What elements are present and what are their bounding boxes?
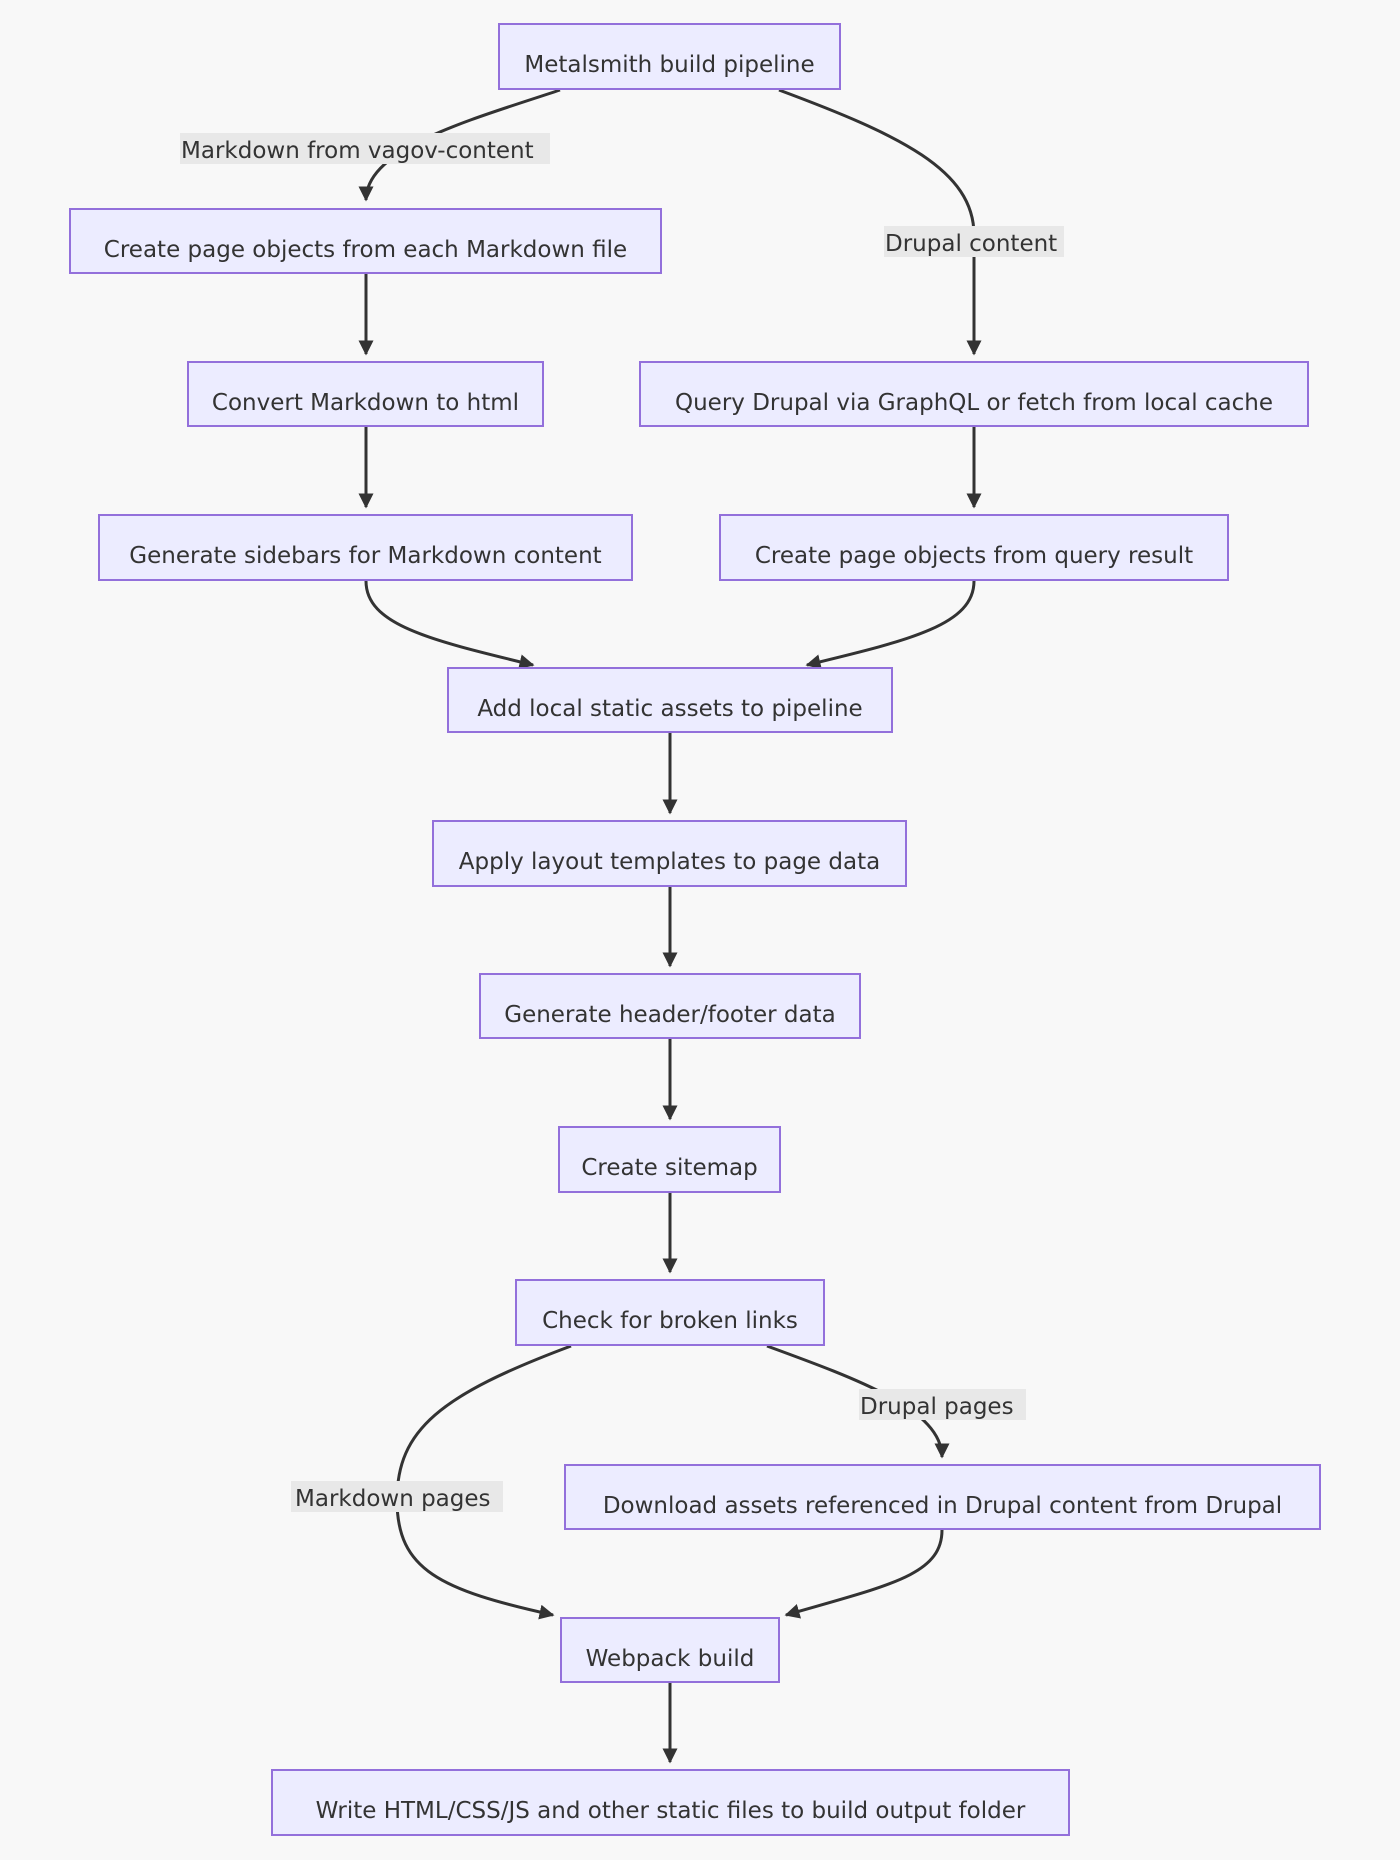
node-check-broken-links[interactable]: Check for broken links	[515, 1279, 825, 1346]
node-label: Generate header/footer data	[504, 1002, 836, 1027]
node-label: Write HTML/CSS/JS and other static files…	[315, 1798, 1026, 1823]
node-label: Metalsmith build pipeline	[524, 52, 815, 77]
node-label: Apply layout templates to page data	[458, 849, 881, 874]
edge-query-create-to-add-assets	[805, 580, 976, 670]
edge-download-to-webpack	[784, 1529, 944, 1619]
flowchart-diagram: Markdown from vagov-content Drupal conte…	[0, 0, 1400, 1860]
edge-metalsmith-to-query	[778, 88, 982, 356]
node-label: Check for broken links	[542, 1308, 798, 1333]
node-convert-markdown[interactable]: Convert Markdown to html	[187, 361, 544, 427]
edge-label-drupal-content: Drupal content	[884, 226, 1064, 257]
node-label: Create sitemap	[581, 1155, 758, 1180]
node-generate-sidebars[interactable]: Generate sidebars for Markdown content	[98, 514, 633, 581]
edge-label-drupal-pages: Drupal pages	[859, 1389, 1026, 1420]
node-label: Generate sidebars for Markdown content	[129, 543, 602, 568]
node-download-drupal-assets[interactable]: Download assets referenced in Drupal con…	[564, 1464, 1321, 1530]
node-label: Create page objects from query result	[754, 543, 1194, 568]
node-label: Download assets referenced in Drupal con…	[602, 1493, 1283, 1518]
node-write-static-files[interactable]: Write HTML/CSS/JS and other static files…	[271, 1769, 1070, 1836]
node-generate-header-footer[interactable]: Generate header/footer data	[479, 973, 861, 1039]
node-webpack-build[interactable]: Webpack build	[560, 1617, 780, 1683]
node-label: Query Drupal via GraphQL or fetch from l…	[674, 390, 1274, 415]
node-metalsmith-build-pipeline[interactable]: Metalsmith build pipeline	[498, 23, 841, 90]
node-create-sitemap[interactable]: Create sitemap	[558, 1126, 781, 1193]
node-label: Convert Markdown to html	[211, 390, 520, 415]
edges-layer	[358, 88, 982, 1764]
node-add-local-static-assets[interactable]: Add local static assets to pipeline	[447, 667, 893, 733]
edge-label-markdown-pages: Markdown pages	[291, 1481, 503, 1512]
edge-label-markdown-from-vagov: Markdown from vagov-content	[180, 133, 550, 164]
node-apply-layout-templates[interactable]: Apply layout templates to page data	[432, 820, 907, 887]
edge-sidebars-to-add-assets	[364, 580, 535, 670]
node-create-page-objects-query[interactable]: Create page objects from query result	[719, 514, 1229, 581]
node-label: Webpack build	[585, 1646, 755, 1671]
node-query-drupal[interactable]: Query Drupal via GraphQL or fetch from l…	[639, 361, 1309, 427]
node-label: Add local static assets to pipeline	[477, 696, 863, 721]
node-create-page-objects-markdown[interactable]: Create page objects from each Markdown f…	[69, 208, 662, 274]
node-label: Create page objects from each Markdown f…	[103, 237, 628, 262]
